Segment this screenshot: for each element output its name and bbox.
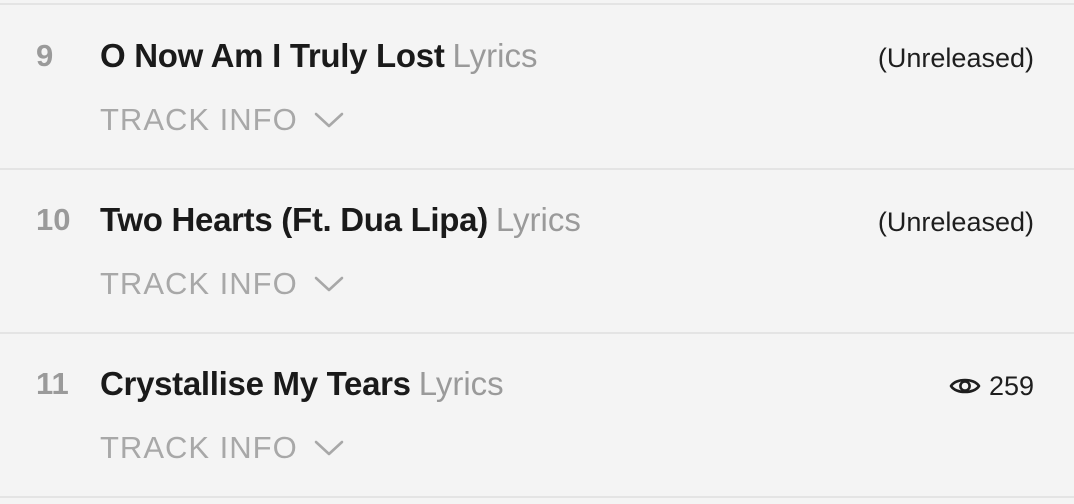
- status-badge: (Unreleased): [877, 43, 1034, 73]
- track-info-toggle[interactable]: TRACK INFO: [100, 428, 344, 468]
- chevron-down-icon: [314, 112, 344, 128]
- track-info-label: TRACK INFO: [100, 102, 298, 137]
- lyrics-link[interactable]: Lyrics: [453, 37, 538, 74]
- track-info-label: TRACK INFO: [100, 266, 298, 301]
- track-row: 10 Two Hearts (Ft. Dua Lipa) Lyrics TRACK…: [0, 170, 1074, 334]
- chevron-down-icon: [314, 276, 344, 292]
- track-number: 9: [36, 38, 54, 73]
- track-title-link[interactable]: O Now Am I Truly Lost Lyrics: [100, 36, 537, 83]
- track-title-link[interactable]: Crystallise My Tears Lyrics: [100, 364, 504, 411]
- track-title[interactable]: O Now Am I Truly Lost: [100, 37, 445, 74]
- chevron-down-icon: [314, 440, 344, 456]
- track-info-toggle[interactable]: TRACK INFO: [100, 264, 344, 304]
- status-badge: (Unreleased): [877, 207, 1034, 237]
- top-divider: [0, 3, 1074, 5]
- lyrics-link[interactable]: Lyrics: [419, 365, 504, 402]
- track-title-link[interactable]: Two Hearts (Ft. Dua Lipa) Lyrics: [100, 200, 581, 247]
- track-title[interactable]: Crystallise My Tears: [100, 365, 411, 402]
- track-info-label: TRACK INFO: [100, 430, 298, 465]
- track-number: 10: [36, 202, 71, 237]
- row-divider: [0, 496, 1074, 498]
- track-row: 9 O Now Am I Truly Lost Lyrics TRACK INFO…: [0, 6, 1074, 170]
- view-count: 259: [949, 366, 1034, 406]
- lyrics-link[interactable]: Lyrics: [496, 201, 581, 238]
- track-info-toggle[interactable]: TRACK INFO: [100, 100, 344, 140]
- view-count-value: 259: [988, 371, 1034, 401]
- track-number: 11: [36, 366, 69, 401]
- eye-icon: [949, 378, 981, 394]
- track-title[interactable]: Two Hearts (Ft. Dua Lipa): [100, 201, 488, 238]
- track-row: 11 Crystallise My Tears Lyrics TRACK INFO…: [0, 334, 1074, 498]
